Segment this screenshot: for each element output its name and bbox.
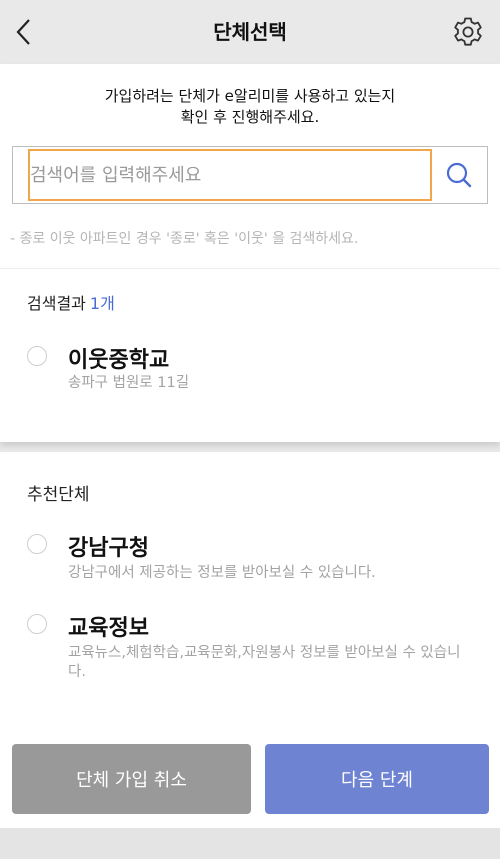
recommended-panel: 추천단체 강남구청 강남구에서 제공하는 정보를 받아보실 수 있습니다. 교육…: [0, 452, 500, 828]
recommended-item-subtitle: 교육뉴스,체험학습,교육문화,자원봉사 정보를 받아보실 수 있습니다.: [68, 645, 461, 680]
page-title: 단체선택: [213, 20, 287, 44]
search-hint: - 종로 이웃 아파트인 경우 '종로' 혹은 '이웃' 을 검색하세요.: [10, 231, 359, 247]
search-icon: [446, 162, 472, 188]
recommended-item[interactable]: 강남구청 강남구에서 제공하는 정보를 받아보실 수 있습니다.: [0, 526, 500, 586]
footer-strip: [0, 828, 500, 859]
gear-icon: [454, 17, 482, 46]
search-button[interactable]: [431, 147, 487, 203]
settings-button[interactable]: [446, 10, 490, 54]
radio-button[interactable]: [27, 346, 47, 366]
notice-line-1: 가입하려는 단체가 e알리미를 사용하고 있는지: [104, 87, 396, 105]
cancel-join-button[interactable]: 단체 가입 취소: [12, 744, 251, 814]
result-label: 검색결과: [27, 294, 86, 313]
radio-button[interactable]: [27, 534, 47, 554]
result-item[interactable]: 이웃중학교 송파구 법원로 11길: [0, 336, 500, 406]
notice-line-2: 확인 후 진행해주세요.: [180, 108, 320, 126]
recommended-item-title: 교육정보: [68, 616, 149, 641]
result-item-title: 이웃중학교: [68, 348, 170, 373]
recommended-item-title: 강남구청: [68, 536, 149, 561]
search-panel: 가입하려는 단체가 e알리미를 사용하고 있는지 확인 후 진행해주세요. - …: [0, 64, 500, 442]
result-header: 검색결과 1개: [27, 290, 115, 314]
recommended-item-subtitle: 강남구에서 제공하는 정보를 받아보실 수 있습니다.: [68, 565, 376, 581]
notice-text: 가입하려는 단체가 e알리미를 사용하고 있는지 확인 후 진행해주세요.: [0, 86, 500, 128]
search-input[interactable]: [28, 149, 432, 201]
divider: [0, 268, 500, 269]
app-header: 단체선택: [0, 0, 500, 64]
result-count: 1개: [89, 294, 115, 313]
result-item-subtitle: 송파구 법원로 11길: [68, 375, 190, 391]
recommended-item[interactable]: 교육정보 교육뉴스,체험학습,교육문화,자원봉사 정보를 받아보실 수 있습니다…: [0, 606, 500, 686]
next-step-button[interactable]: 다음 단계: [265, 744, 489, 814]
radio-button[interactable]: [27, 614, 47, 634]
recommended-header: 추천단체: [27, 485, 90, 505]
search-box: [12, 146, 488, 204]
